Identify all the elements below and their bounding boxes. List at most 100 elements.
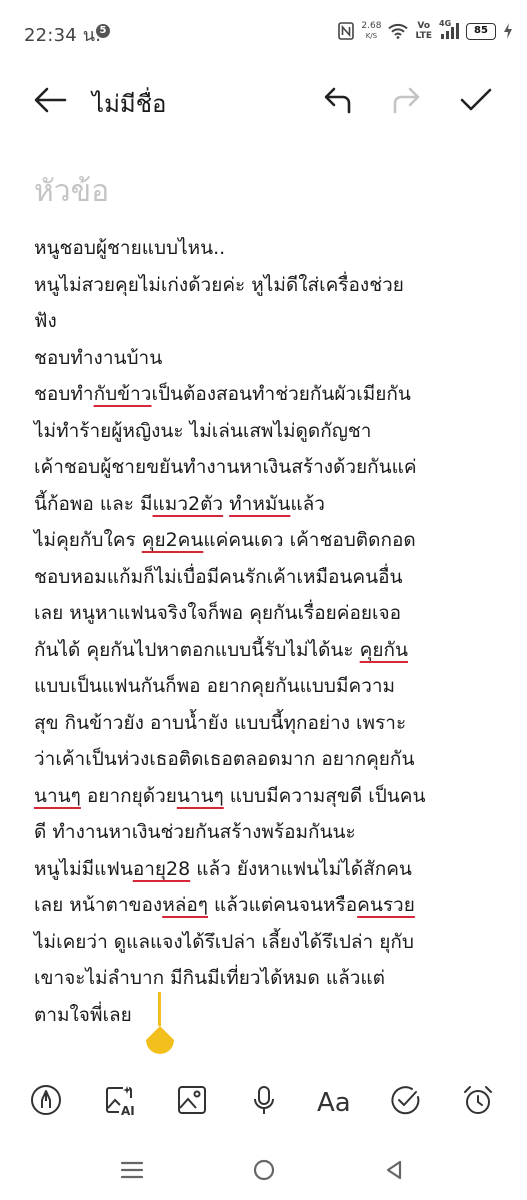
system-nav-bar <box>0 1140 527 1200</box>
volte-top: Vo <box>417 21 431 31</box>
svg-text:AI: AI <box>121 1104 135 1116</box>
note-text: แบบมีความสุขดี เป็นคน <box>223 784 426 807</box>
text-cursor <box>158 992 161 1026</box>
image-button[interactable] <box>170 1078 214 1122</box>
menu-icon <box>121 1161 143 1179</box>
note-text: แล้ว <box>290 492 325 515</box>
app-bar: ไม่มีชื่อ <box>0 70 527 130</box>
spellcheck-underlined-word: นานๆ <box>34 784 81 807</box>
note-line: เค้าชอบผู้ชายขยันทำงานหาเงินสร้างด้วยกัน… <box>34 449 494 486</box>
heading-placeholder[interactable]: หัวข้อ <box>34 168 109 215</box>
note-text: ตามใจพี่เลย <box>34 1003 132 1026</box>
note-text: อยากยุด้วย <box>80 784 177 807</box>
redo-button[interactable] <box>386 82 426 118</box>
alarm-clock-icon <box>464 1086 492 1114</box>
note-line: หนูชอบผู้ชายแบบไหน.. <box>34 230 494 267</box>
note-text: ว่าเค้าเป็นห่วงเธอติดเธอตลอดมาก อยากคุยก… <box>34 748 415 770</box>
reminder-button[interactable] <box>456 1078 500 1122</box>
battery-level: 85 <box>474 24 488 36</box>
note-text: ไม่เคยว่า ดูแลแจงได้รึเปล่า เลี้ยงได้รึเ… <box>34 930 414 953</box>
note-line: ไม่ทำร้ายผู้หญิงนะ ไม่เล่นเสพไม่ดูดกัญชา <box>34 413 494 450</box>
note-text: กันได้ คุยกันไปหาตอกแบบนี้รับไม่ได้นะ <box>34 638 360 661</box>
note-line: เลย หนูหาแฟนจริงใจก็พอ คุยกันเรื่อยค่อยเ… <box>34 595 494 632</box>
note-text: เลย หนูหาแฟนจริงใจก็พอ คุยกันเรื่อยค่อยเ… <box>34 602 402 624</box>
spellcheck-underlined-word: หล่อๆ <box>162 894 208 916</box>
voice-input-button[interactable] <box>242 1078 286 1122</box>
back-triangle-icon <box>386 1160 402 1180</box>
note-text: หนูไม่สวยคุยไม่เก่งด้วยค่ะ หูไม่ดีใส่เคร… <box>34 273 404 296</box>
note-text: สุข กินข้าวยัง อาบน้ำยัง แบบนี้ทุกอย่าง … <box>34 711 407 734</box>
note-text: ฟัง <box>34 310 57 332</box>
note-line: แบบเป็นแฟนกันก็พอ อยากคุยกันแบบมีความ <box>34 668 494 705</box>
note-line: เขาจะไม่ลำบาก มีกินมีเที่ยวได้หมด แล้วแต… <box>34 960 494 997</box>
text-format-icon: Aa <box>317 1088 351 1116</box>
recent-apps-button[interactable] <box>112 1154 152 1186</box>
note-text: หนูไม่มีแฟน <box>34 857 133 880</box>
note-text: แล้วแต่คนจนหรือ <box>207 894 358 916</box>
spellcheck-underlined-word: กับข้าว <box>93 383 152 405</box>
editor-toolbar: AI Aa <box>0 1070 527 1130</box>
back-button[interactable] <box>30 82 70 118</box>
note-line: นานๆ อยากยุด้วยนานๆ แบบมีความสุขดี เป็นค… <box>34 778 494 815</box>
battery-indicator: 85 <box>466 22 496 40</box>
charging-icon <box>503 23 513 39</box>
note-text: แบบเป็นแฟนกันก็พอ อยากคุยกันแบบมีความ <box>34 675 396 697</box>
pen-icon <box>31 1085 61 1115</box>
notification-badge: 5 <box>96 24 110 38</box>
cellular-signal-icon: 4G <box>439 19 459 39</box>
back-nav-button[interactable] <box>374 1154 414 1186</box>
note-line: ตามใจพี่เลย <box>34 997 494 1034</box>
cursor-drag-handle[interactable] <box>145 1026 175 1060</box>
note-line: เลย หน้าตาของหล่อๆ แล้วแต่คนจนหรือคนรวย <box>34 887 494 924</box>
done-button[interactable] <box>456 82 496 118</box>
spellcheck-underlined-word: คุยกัน <box>359 638 408 661</box>
note-text: หนูชอบผู้ชายแบบไหน.. <box>34 237 226 259</box>
note-line: ชอบทำงานบ้าน <box>34 340 494 377</box>
spellcheck-underlined-word: คนรวย <box>357 894 415 916</box>
note-line: ชอบทำกับข้าวเป็นต้องสอนทำช่วยกันผัวเมียก… <box>34 376 494 413</box>
note-line: หนูไม่มีแฟนอายุ28 แล้ว ยังหาแฟนไม่ได้สัก… <box>34 851 494 888</box>
note-text: นี้ก้อพอ และ มี <box>34 492 153 515</box>
checklist-button[interactable] <box>384 1078 428 1122</box>
handwriting-button[interactable] <box>24 1078 68 1122</box>
note-text: ดี ทำงานหาเงินช่วยกันสร้างพร้อมกันนะ <box>34 821 356 843</box>
network-speed: 2.68 K/S <box>361 21 381 41</box>
status-time: 22:34 น. <box>24 25 102 46</box>
back-arrow-icon <box>34 87 67 113</box>
spellcheck-underlined-word: นานๆ <box>176 784 224 807</box>
note-line: ว่าเค้าเป็นห่วงเธอติดเธอตลอดมาก อยากคุยก… <box>34 741 494 778</box>
note-line: ฟัง <box>34 303 494 340</box>
microphone-icon <box>254 1086 274 1114</box>
note-text: ชอบทำงานบ้าน <box>34 346 163 369</box>
note-body[interactable]: หนูชอบผู้ชายแบบไหน.. หนูไม่สวยคุยไม่เก่งด… <box>34 230 494 1033</box>
spellcheck-underlined-word: ทำหมัน <box>229 492 291 515</box>
note-line: ดี ทำงานหาเงินช่วยกันสร้างพร้อมกันนะ <box>34 814 494 851</box>
network-speed-value: 2.68 <box>361 21 382 31</box>
note-line: หนูไม่สวยคุยไม่เก่งด้วยค่ะ หูไม่ดีใส่เคร… <box>34 267 494 304</box>
note-line: ไม่เคยว่า ดูแลแจงได้รึเปล่า เลี้ยงได้รึเ… <box>34 924 494 961</box>
note-text: ชอบหอมแก้มก็ไม่เบื่อมีคนรักเค้าเหมือนคนอ… <box>34 565 403 588</box>
home-button[interactable] <box>244 1154 284 1186</box>
note-text: เค้าชอบผู้ชายขยันทำงานหาเงินสร้างด้วยกัน… <box>34 456 417 478</box>
note-text: แล้ว ยังหาแฟนไม่ได้สักคน <box>190 857 412 880</box>
ai-image-button[interactable]: AI <box>98 1078 142 1122</box>
undo-icon <box>324 87 351 114</box>
network-type: 4G <box>439 19 452 28</box>
checkmark-icon <box>460 88 492 111</box>
volte-bottom: LTE <box>415 31 432 41</box>
undo-button[interactable] <box>318 82 358 118</box>
wifi-icon <box>388 23 409 39</box>
note-line: กันได้ คุยกันไปหาตอกแบบนี้รับไม่ได้นะ คุ… <box>34 632 494 669</box>
note-text: เลย หน้าตาของ <box>34 894 163 916</box>
status-bar: 22:34 น. 5 2.68 K/S Vo LTE 4G 85 <box>0 0 527 64</box>
text-format-button[interactable]: Aa <box>312 1078 356 1122</box>
image-icon <box>178 1086 206 1114</box>
note-title[interactable]: ไม่มีชื่อ <box>92 84 166 123</box>
note-text: เป็นต้องสอนทำช่วยกันผัวเมียกัน <box>151 383 411 405</box>
home-circle-icon <box>253 1159 275 1181</box>
nfc-icon <box>338 22 355 40</box>
note-text: ไม่ทำร้ายผู้หญิงนะ ไม่เล่นเสพไม่ดูดกัญชา <box>34 419 372 442</box>
spellcheck-underlined-word: แมว2ตัว <box>152 492 224 515</box>
redo-icon <box>393 87 420 114</box>
note-line: นี้ก้อพอ และ มีแมว2ตัว ทำหมันแล้ว <box>34 486 494 523</box>
